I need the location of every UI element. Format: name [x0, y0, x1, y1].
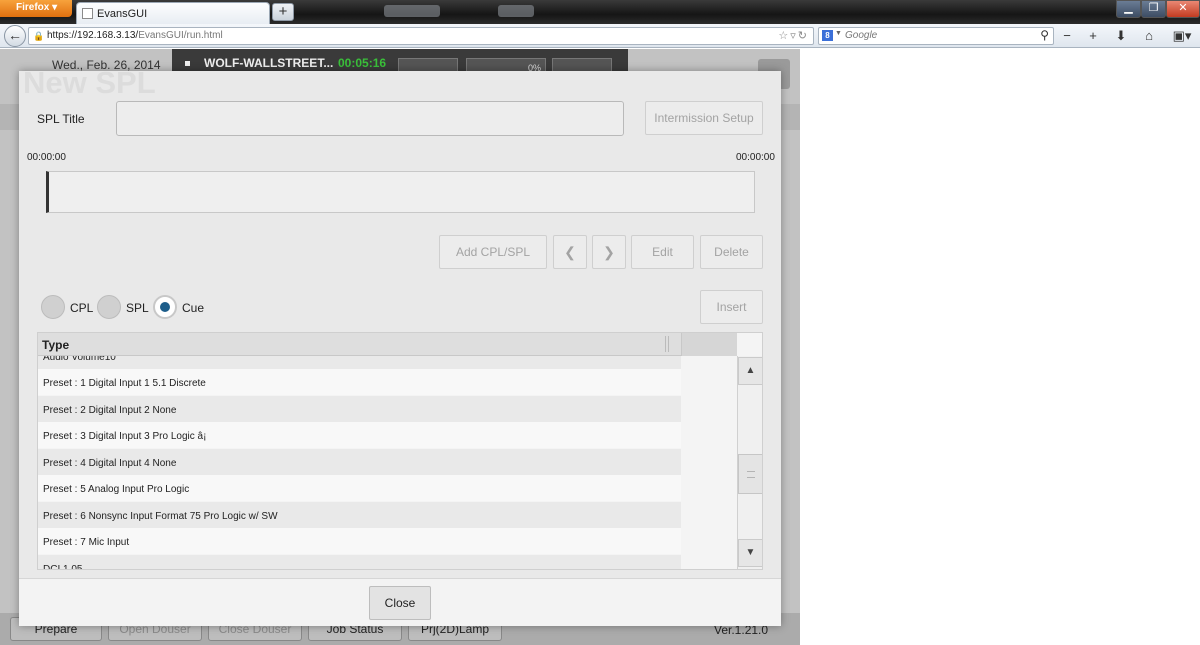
table-row[interactable]: Preset : 3 Digital Input 3 Pro Logic â¡: [38, 422, 681, 448]
cue-list-table: Type Audio Volume10 Preset : 1 Digital I…: [37, 332, 763, 570]
spl-timeline[interactable]: [46, 171, 755, 213]
new-tab-button[interactable]: +: [272, 3, 294, 21]
search-icon[interactable]: ⚲: [1040, 28, 1049, 42]
chevron-down-icon[interactable]: ▼: [835, 30, 842, 37]
lock-icon: 🔒: [33, 31, 45, 41]
table-row[interactable]: Preset : 1 Digital Input 1 5.1 Discrete: [38, 369, 681, 395]
scroll-thumb[interactable]: [738, 454, 762, 494]
insert-button[interactable]: Insert: [700, 290, 763, 324]
reload-icon[interactable]: ↻: [798, 30, 809, 42]
page-favicon-icon: [82, 8, 93, 19]
download-icon[interactable]: ⬇: [1110, 27, 1132, 45]
column-header-type[interactable]: Type: [42, 338, 69, 352]
radio-circle-selected[interactable]: [153, 295, 177, 319]
google-icon[interactable]: 8: [822, 30, 833, 41]
firefox-menu-button[interactable]: Firefox ▾: [0, 0, 72, 17]
column-header-blank: [681, 333, 737, 356]
delete-button[interactable]: Delete: [700, 235, 763, 269]
dialog-title: New SPL: [23, 65, 156, 100]
close-button[interactable]: Close: [369, 586, 431, 620]
zoom-out-icon[interactable]: −: [1056, 27, 1078, 45]
radio-label: Cue: [182, 301, 205, 315]
table-scrollbar[interactable]: ▲ ▼: [737, 356, 762, 569]
background-decoration: [498, 5, 534, 17]
radio-label: CPL: [70, 301, 94, 315]
table-header: Type: [38, 333, 737, 356]
back-arrow-icon[interactable]: ←: [4, 25, 26, 47]
table-row[interactable]: Preset : 6 Nonsync Input Format 75 Pro L…: [38, 502, 681, 528]
chevron-right-icon: ❯: [603, 244, 615, 260]
new-spl-dialog: New SPL SPL Title Intermission Setup 00:…: [19, 65, 781, 626]
url-actions[interactable]: ☆▿↻: [778, 29, 809, 42]
radio-circle[interactable]: [41, 295, 65, 319]
spl-title-input[interactable]: [116, 101, 624, 136]
search-input[interactable]: 8 ▼ Google ⚲: [818, 27, 1054, 45]
chevron-left-icon: ❮: [564, 244, 576, 260]
url-host: https://192.168.3.13/: [47, 30, 139, 41]
scroll-down-icon[interactable]: ▼: [738, 539, 762, 567]
table-row[interactable]: DCI 1 05: [38, 555, 681, 569]
column-resize-handle[interactable]: [665, 336, 669, 352]
scroll-up-icon[interactable]: ▲: [738, 357, 762, 385]
table-row[interactable]: Preset : 7 Mic Input: [38, 528, 681, 554]
browser-navbar: ← 🔒 https://192.168.3.13/EvansGUI/run.ht…: [0, 24, 1200, 48]
radio-label: SPL: [126, 301, 149, 315]
transport-button: [552, 58, 612, 72]
stop-icon: [185, 61, 190, 66]
dropdown-icon[interactable]: ▿: [790, 30, 798, 42]
browser-tab[interactable]: EvansGUI: [76, 2, 270, 24]
search-placeholder: Google: [845, 30, 878, 41]
table-row[interactable]: Audio Volume10: [38, 356, 681, 369]
edit-button[interactable]: Edit: [631, 235, 694, 269]
now-playing-title: WOLF-WALLSTREET...: [204, 56, 334, 70]
menu-icon[interactable]: ▣▾: [1168, 27, 1196, 45]
maximize-window-button[interactable]: ❐: [1141, 0, 1166, 18]
url-bar[interactable]: 🔒 https://192.168.3.13/EvansGUI/run.html…: [28, 27, 814, 45]
timeline-end-time: 00:00:00: [736, 152, 775, 163]
home-icon[interactable]: ⌂: [1138, 27, 1160, 45]
table-row[interactable]: Preset : 5 Analog Input Pro Logic: [38, 475, 681, 501]
minimize-window-button[interactable]: ▁: [1116, 0, 1141, 18]
star-icon[interactable]: ☆: [778, 30, 790, 42]
table-body: Audio Volume10 Preset : 1 Digital Input …: [38, 356, 681, 569]
now-playing-time: 00:05:16: [338, 56, 387, 70]
browser-titlebar: Firefox ▾ EvansGUI + ▁ ❐ ✕: [0, 0, 1200, 24]
radio-circle[interactable]: [97, 295, 121, 319]
dialog-footer: Close: [19, 578, 781, 626]
timeline-start-time: 00:00:00: [27, 152, 66, 163]
move-left-button[interactable]: ❮: [553, 235, 587, 269]
move-right-button[interactable]: ❯: [592, 235, 626, 269]
transport-button: [398, 58, 458, 72]
table-row[interactable]: Preset : 4 Digital Input 4 None: [38, 449, 681, 475]
table-row[interactable]: Preset : 2 Digital Input 2 None: [38, 396, 681, 422]
spl-title-label: SPL Title: [37, 112, 85, 126]
intermission-setup-button[interactable]: Intermission Setup: [645, 101, 763, 135]
url-path: EvansGUI/run.html: [138, 30, 223, 41]
background-decoration: [384, 5, 440, 17]
close-window-button[interactable]: ✕: [1166, 0, 1200, 18]
add-cpl-spl-button[interactable]: Add CPL/SPL: [439, 235, 547, 269]
tab-title: EvansGUI: [97, 8, 148, 20]
zoom-in-icon[interactable]: +: [1082, 27, 1104, 45]
